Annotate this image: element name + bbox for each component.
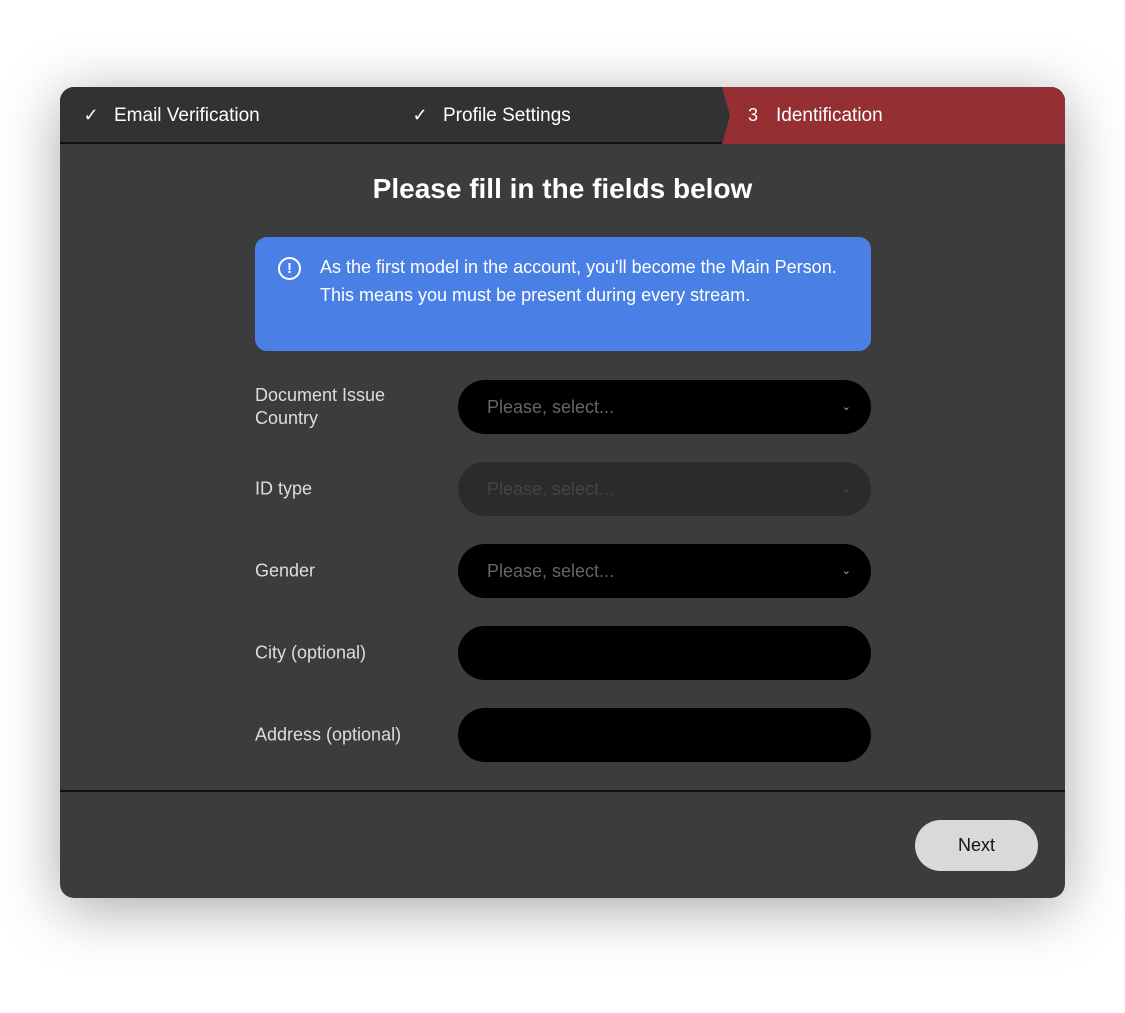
field-label: ID type	[255, 478, 313, 499]
chevron-down-icon: ⌄	[841, 565, 851, 577]
placeholder: Please, select...	[487, 561, 615, 581]
id-type-select[interactable]: Please, select... ⌄	[458, 462, 871, 516]
field-city: City (optional)	[255, 626, 871, 680]
field-label: Document Issue Country	[255, 385, 386, 428]
field-id-type: ID type Please, select... ⌄	[255, 462, 871, 516]
placeholder: Please, select...	[487, 479, 615, 499]
check-icon: ✓	[412, 105, 428, 125]
step-label: Email Verification	[114, 104, 260, 126]
chevron-down-icon: ⌄	[841, 401, 851, 413]
document-issue-country-select[interactable]: Please, select... ⌄	[458, 380, 871, 434]
field-document-issue-country: Document Issue Country Please, select... ⌄	[255, 380, 871, 434]
step-number: 3	[747, 105, 758, 125]
field-label: Gender	[255, 560, 316, 581]
check-icon: ✓	[83, 105, 99, 125]
field-gender: Gender Please, select... ⌄	[255, 544, 871, 598]
exclamation-circle-icon: !	[278, 257, 301, 280]
info-text: As the first model in the account, you'l…	[320, 257, 837, 305]
identification-dialog: ✓ Email Verification ✓ Profile Settings 3I…	[60, 87, 1065, 898]
next-button[interactable]: Next	[915, 820, 1038, 871]
step-email-verification: ✓ Email Verification	[80, 87, 260, 144]
info-banner: ! As the first model in the account, you'…	[255, 237, 871, 351]
page-title: Please fill in the fields below	[372, 173, 753, 204]
step-label: Profile Settings	[443, 104, 571, 126]
city-input[interactable]	[458, 626, 871, 680]
field-label: City (optional)	[255, 642, 367, 663]
step-label: Identification	[776, 104, 883, 126]
step-profile-settings: ✓ Profile Settings	[409, 87, 571, 144]
placeholder: Please, select...	[487, 397, 615, 417]
field-label: Address (optional)	[255, 724, 402, 745]
footer-divider	[60, 790, 1065, 792]
address-input[interactable]	[458, 708, 871, 762]
field-address: Address (optional)	[255, 708, 871, 762]
chevron-down-icon: ⌄	[841, 483, 851, 495]
gender-select[interactable]: Please, select... ⌄	[458, 544, 871, 598]
step-identification: 3 Identification	[722, 87, 1065, 144]
stepper: ✓ Email Verification ✓ Profile Settings 3I…	[60, 87, 1065, 144]
